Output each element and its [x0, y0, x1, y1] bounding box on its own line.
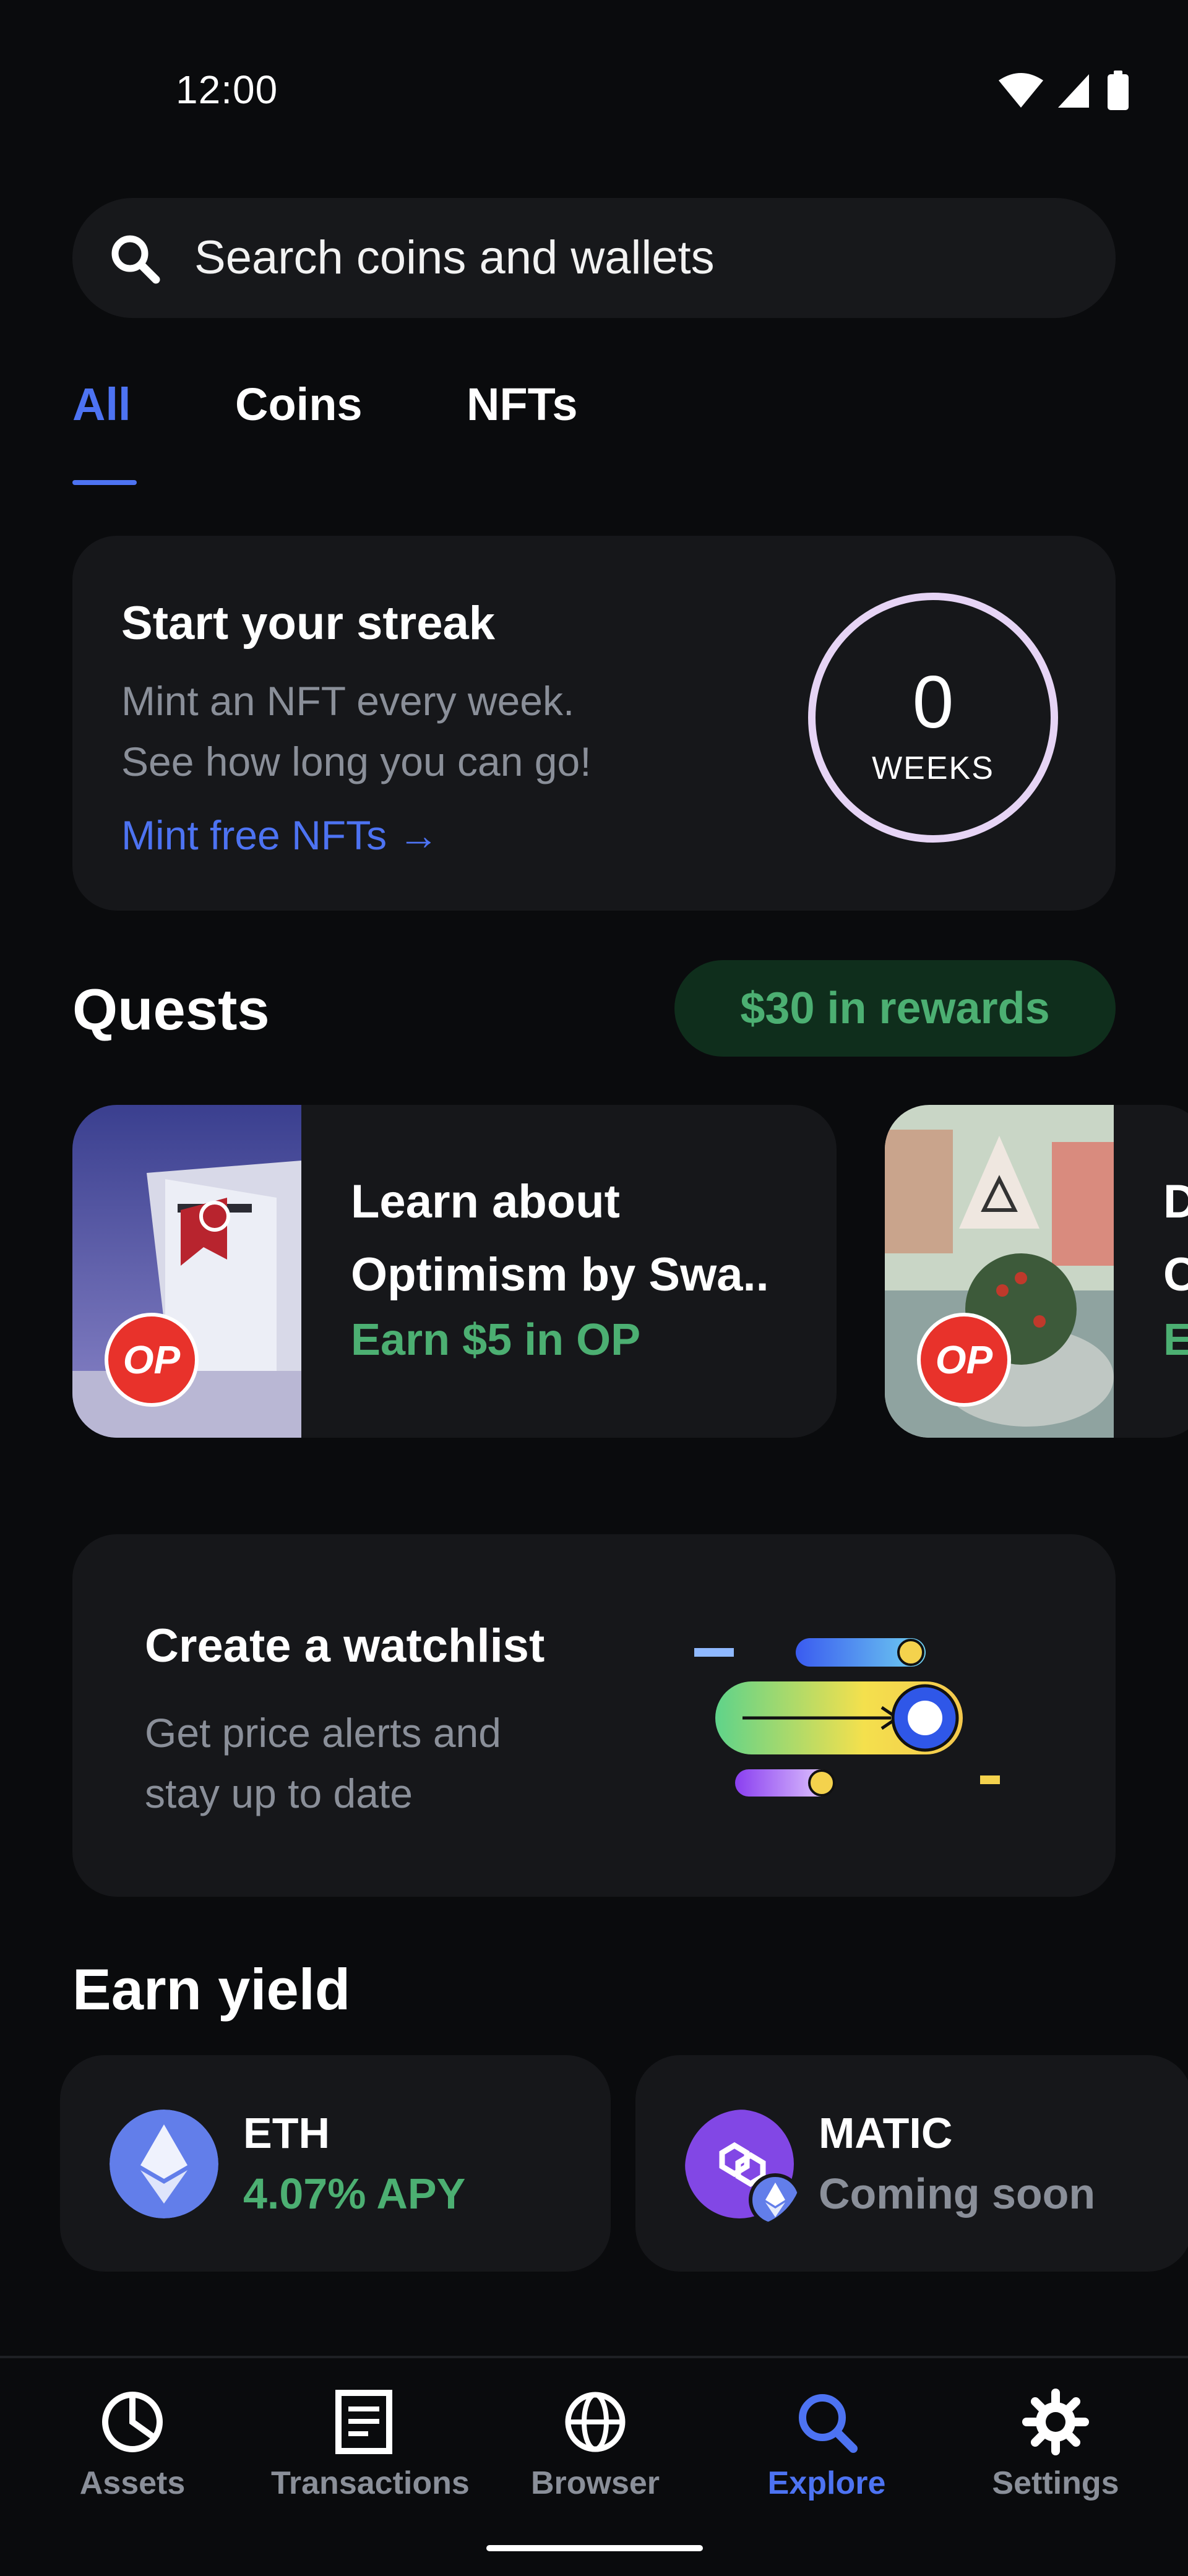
quest-title-line: D	[1163, 1175, 1188, 1228]
coin-name: MATIC	[819, 2109, 953, 2157]
quest-card-optimism[interactable]: OP Learn about Optimism by Swa.. Earn $5…	[72, 1105, 837, 1438]
watchlist-description: Get price alerts and stay up to date	[145, 1702, 590, 1824]
streak-title: Start your streak	[121, 597, 496, 650]
op-token-badge: OP	[917, 1313, 1011, 1407]
home-indicator[interactable]	[486, 2545, 703, 2551]
status-icons	[999, 71, 1129, 110]
nav-assets[interactable]: Assets	[40, 2388, 225, 2512]
coin-name: ETH	[243, 2109, 330, 2157]
nav-label: Settings	[992, 2465, 1119, 2501]
quest-title: D C	[1163, 1166, 1188, 1312]
nav-browser[interactable]: Browser	[502, 2388, 688, 2512]
quest-reward: E	[1163, 1315, 1188, 1365]
status-time: 12:00	[176, 67, 278, 112]
quest-title-line: Optimism by Swa..	[351, 1248, 769, 1301]
gear-icon	[1022, 2389, 1089, 2455]
mint-free-nfts-link[interactable]: Mint free NFTs →	[121, 805, 439, 865]
watchlist-illustration	[694, 1638, 1000, 1797]
earn-yield-title: Earn yield	[72, 1957, 351, 2022]
battery-icon	[1108, 71, 1129, 110]
quest-title-line: C	[1163, 1248, 1188, 1301]
tab-coins[interactable]: Coins	[235, 374, 363, 436]
quest-reward: Earn $5 in OP	[351, 1315, 641, 1365]
streak-unit: WEEKS	[872, 750, 994, 786]
nav-settings[interactable]: Settings	[963, 2388, 1148, 2512]
polygon-icon	[685, 2110, 802, 2226]
tab-all[interactable]: All	[72, 374, 131, 436]
nav-label: Transactions	[271, 2465, 470, 2501]
streak-count: 0	[912, 661, 954, 744]
pie-chart-icon	[102, 2392, 163, 2452]
watchlist-description-line: Get price alerts and	[145, 1710, 501, 1756]
coin-apy: 4.07% APY	[243, 2170, 466, 2218]
quest-card[interactable]: OP D C E	[885, 1105, 1188, 1438]
ethereum-icon	[110, 2110, 218, 2218]
cellular-signal-icon	[1058, 74, 1089, 108]
nav-transactions[interactable]: Transactions	[271, 2388, 470, 2512]
nav-label: Explore	[767, 2465, 886, 2501]
watchlist-title: Create a watchlist	[145, 1620, 545, 1672]
rewards-badge-label[interactable]: $30 in rewards	[674, 960, 1116, 1057]
quest-title-line: Learn about	[351, 1175, 620, 1228]
streak-description: Mint an NFT every week. See how long you…	[121, 671, 678, 792]
nav-label: Assets	[79, 2465, 186, 2501]
yield-card-matic[interactable]: MATIC Coming soon	[635, 2055, 1188, 2272]
nav-label: Browser	[530, 2465, 660, 2501]
wifi-icon	[999, 73, 1043, 108]
coin-status: Coming soon	[819, 2170, 1096, 2218]
search-input[interactable]: Search coins and wallets	[194, 230, 715, 286]
quest-title: Learn about Optimism by Swa..	[351, 1166, 821, 1312]
search-icon	[111, 235, 160, 284]
watchlist-description-line: stay up to date	[145, 1771, 413, 1816]
tab-nfts[interactable]: NFTs	[467, 374, 578, 436]
active-tab-indicator	[72, 480, 137, 485]
streak-description-line: See how long you can go!	[121, 739, 592, 784]
nav-explore[interactable]: Explore	[734, 2388, 919, 2512]
op-token-badge: OP	[105, 1313, 199, 1407]
search-icon	[799, 2394, 858, 2453]
globe-icon	[565, 2392, 626, 2452]
quests-title: Quests	[72, 977, 270, 1042]
streak-description-line: Mint an NFT every week.	[121, 678, 575, 724]
document-icon	[335, 2390, 392, 2454]
yield-card-eth[interactable]: ETH 4.07% APY	[60, 2055, 611, 2272]
